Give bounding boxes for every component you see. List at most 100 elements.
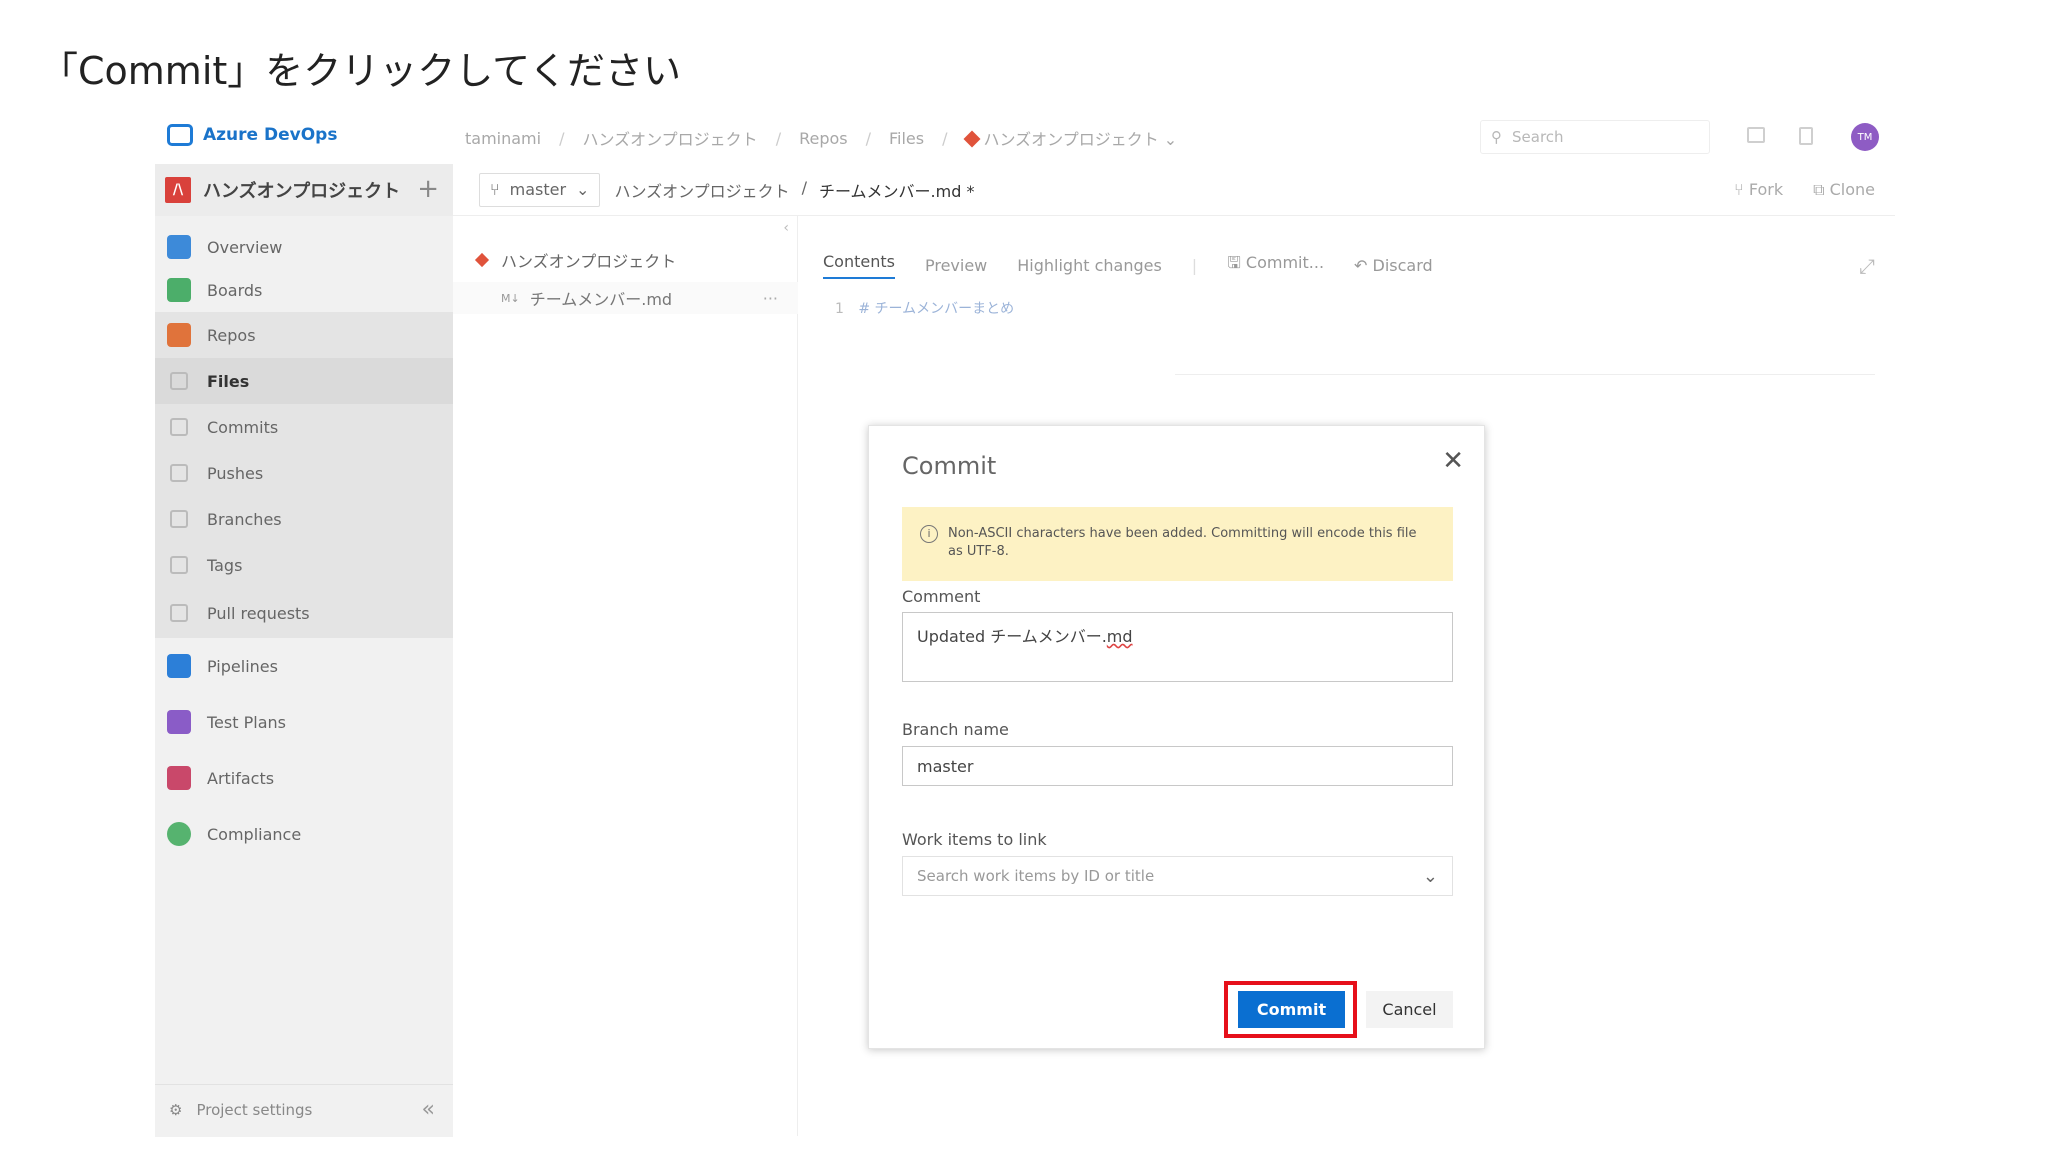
work-items-placeholder: Search work items by ID or title <box>917 867 1155 885</box>
sidebar-item-label: Compliance <box>207 824 302 844</box>
fork-label: Fork <box>1748 179 1784 199</box>
commit-dialog: Commit ✕ i Non-ASCII characters have bee… <box>868 425 1485 1049</box>
tab-highlight-changes[interactable]: Highlight changes <box>1017 256 1162 275</box>
comment-text: Updated チームメンバー.md <box>917 623 1133 647</box>
sidebar-item-label: Artifacts <box>207 768 275 788</box>
collapse-tree-icon[interactable]: ‹ <box>783 220 789 236</box>
file-path: ハンズオンプロジェクト / チームメンバー.md * <box>614 178 974 202</box>
test-plans-icon <box>167 710 191 734</box>
tree-file-item[interactable]: M↓ チームメンバー.md ··· <box>453 282 798 314</box>
sidebar-item-label: Pushes <box>207 463 264 483</box>
sidebar-item-commits[interactable]: Commits <box>155 404 453 450</box>
instruction-caption: 「Commit」をクリックしてください <box>40 49 681 93</box>
work-items-label: Work items to link <box>902 830 1047 849</box>
comment-text-ext: md <box>1106 627 1133 646</box>
top-bar: Azure DevOps taminami / ハンズオンプロジェクト / Re… <box>155 112 1895 162</box>
sidebar-item-pipelines[interactable]: Pipelines <box>155 642 453 690</box>
repo-actions: ⑂ Fork ⧉ Clone <box>1734 180 1875 200</box>
sidebar-item-overview[interactable]: Overview <box>155 226 453 268</box>
sidebar-item-boards[interactable]: Boards <box>155 268 453 312</box>
sidebar-item-label: Tags <box>207 555 243 575</box>
sidebar-item-label: Boards <box>207 280 263 300</box>
tag-icon <box>170 556 188 574</box>
expand-icon[interactable]: ⤢ <box>1859 254 1875 278</box>
file-header: ⑂ master ⌄ ハンズオンプロジェクト / チームメンバー.md * ⑂ … <box>453 164 1895 216</box>
collapse-sidebar-icon[interactable]: « <box>422 1097 435 1122</box>
save-icon: 🖫 <box>1227 253 1241 272</box>
branch-name-label: Branch name <box>902 720 1009 739</box>
sidebar-item-pushes[interactable]: Pushes <box>155 450 453 496</box>
comment-field[interactable]: Updated チームメンバー.md <box>902 612 1453 682</box>
push-icon <box>170 464 188 482</box>
compliance-icon <box>167 822 191 846</box>
info-icon: i <box>920 525 938 543</box>
comment-text-prefix: Updated チームメンバー. <box>917 627 1107 646</box>
markdown-icon: M↓ <box>501 291 520 305</box>
clone-label: Clone <box>1829 179 1875 199</box>
discard-button[interactable]: ↶ Discard <box>1354 256 1433 275</box>
repo-picker-label: ハンズオンプロジェクト <box>983 130 1159 149</box>
breadcrumb-files[interactable]: Files <box>889 129 924 148</box>
tab-preview[interactable]: Preview <box>925 256 987 275</box>
sidebar-item-branches[interactable]: Branches <box>155 496 453 542</box>
commit-icon <box>170 418 188 436</box>
brand-label: Azure DevOps <box>203 125 338 145</box>
commit-action-button[interactable]: 🖫 Commit... <box>1227 252 1324 279</box>
fork-button[interactable]: ⑂ Fork <box>1734 180 1783 200</box>
project-name: ハンズオンプロジェクト <box>203 181 401 202</box>
sidebar-item-label: Pipelines <box>207 656 278 676</box>
editor-divider <box>1175 374 1875 375</box>
sidebar-item-label: Overview <box>207 237 283 257</box>
sidebar-item-label: Files <box>207 371 250 391</box>
branch-name-field[interactable]: master <box>902 746 1453 786</box>
clone-button[interactable]: ⧉ Clone <box>1813 180 1875 200</box>
discard-label: Discard <box>1372 256 1433 275</box>
repos-icon <box>167 323 191 347</box>
breadcrumb-separator: / <box>942 128 948 148</box>
gear-icon: ⚙ <box>169 1100 183 1119</box>
breadcrumb-project[interactable]: ハンズオンプロジェクト <box>582 126 757 150</box>
project-settings[interactable]: ⚙ Project settings « <box>155 1084 453 1134</box>
breadcrumb-org[interactable]: taminami <box>465 129 541 148</box>
add-icon[interactable]: + <box>417 174 439 204</box>
azure-devops-logo[interactable]: Azure DevOps <box>167 124 337 146</box>
path-project[interactable]: ハンズオンプロジェクト <box>614 178 789 202</box>
branch-icon: ⑂ <box>490 180 500 199</box>
tree-root[interactable]: ハンズオンプロジェクト <box>474 248 677 272</box>
file-tree: ‹ ハンズオンプロジェクト M↓ チームメンバー.md ··· <box>453 216 798 1136</box>
warning-text: Non-ASCII characters have been added. Co… <box>948 526 1417 559</box>
tree-root-label: ハンズオンプロジェクト <box>501 252 677 271</box>
avatar[interactable]: TM <box>1851 123 1879 151</box>
search-input[interactable]: ⚲ Search <box>1480 120 1710 154</box>
devops-icon <box>167 124 193 146</box>
list-icon[interactable] <box>1747 127 1765 143</box>
commit-button[interactable]: Commit <box>1238 991 1345 1028</box>
repo-picker[interactable]: ハンズオンプロジェクト ⌄ <box>963 126 1177 150</box>
chevron-down-icon: ⌄ <box>1422 865 1438 887</box>
cancel-button[interactable]: Cancel <box>1366 991 1453 1028</box>
work-items-select[interactable]: Search work items by ID or title ⌄ <box>902 856 1453 896</box>
sidebar-item-pull-requests[interactable]: Pull requests <box>155 588 453 638</box>
branch-selector[interactable]: ⑂ master ⌄ <box>479 172 601 207</box>
repo-icon <box>963 130 980 148</box>
commit-action-label: Commit... <box>1245 253 1325 272</box>
sidebar-item-artifacts[interactable]: Artifacts <box>155 754 453 802</box>
sidebar-item-tags[interactable]: Tags <box>155 542 453 588</box>
shopping-bag-icon[interactable] <box>1799 127 1813 145</box>
breadcrumb-repos[interactable]: Repos <box>799 129 848 148</box>
breadcrumb-separator: / <box>775 128 782 148</box>
more-options-icon[interactable]: ··· <box>763 289 778 308</box>
close-icon[interactable]: ✕ <box>1442 446 1464 476</box>
screenshot-frame: Azure DevOps taminami / ハンズオンプロジェクト / Re… <box>155 112 1895 1137</box>
code-line: 1 # チームメンバーまとめ <box>835 298 1014 318</box>
sidebar-item-files[interactable]: Files <box>155 358 453 404</box>
path-file: チームメンバー.md * <box>819 181 975 201</box>
file-icon <box>170 372 188 390</box>
sidebar-item-test-plans[interactable]: Test Plans <box>155 698 453 746</box>
project-header[interactable]: /\ ハンズオンプロジェクト + <box>155 164 453 216</box>
tab-contents[interactable]: Contents <box>823 252 895 279</box>
line-text: # チームメンバーまとめ <box>858 301 1015 317</box>
search-icon: ⚲ <box>1491 128 1502 146</box>
sidebar-item-repos[interactable]: Repos <box>155 312 453 358</box>
sidebar-item-compliance[interactable]: Compliance <box>155 810 453 858</box>
